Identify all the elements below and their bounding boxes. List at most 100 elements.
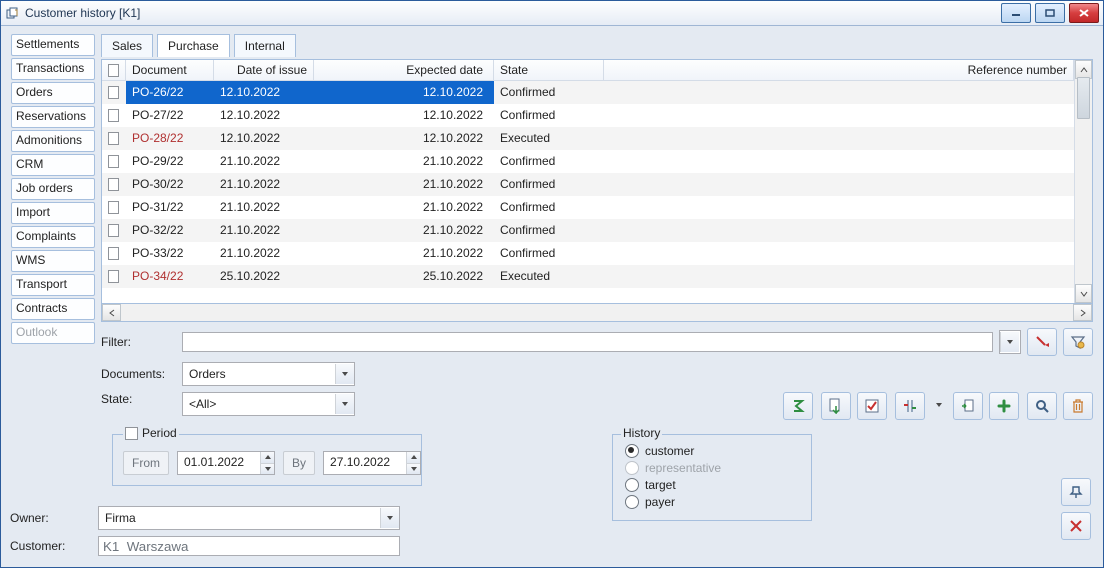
col-date-of-issue[interactable]: Date of issue [214,60,314,80]
history-option-customer[interactable]: customer [625,444,799,458]
cell-state: Executed [494,265,604,288]
sum-button[interactable] [783,392,813,420]
tab-purchase[interactable]: Purchase [157,34,230,57]
cell-reference [604,127,1074,150]
sidebar-item-contracts[interactable]: Contracts [11,298,95,320]
table-row[interactable]: PO-30/2221.10.202221.10.2022Confirmed [102,173,1074,196]
maximize-button[interactable] [1035,3,1065,23]
col-expected-date[interactable]: Expected date [314,60,494,80]
sidebar-item-crm[interactable]: CRM [11,154,95,176]
scroll-thumb[interactable] [1077,77,1090,119]
table-row[interactable]: PO-28/2212.10.202212.10.2022Executed [102,127,1074,150]
table-row[interactable]: PO-33/2221.10.202221.10.2022Confirmed [102,242,1074,265]
row-checkbox[interactable] [108,155,119,168]
radio-label: payer [645,495,675,509]
owner-select[interactable]: Firma [98,506,400,530]
scroll-down-icon[interactable] [1075,284,1092,303]
filter-config-button[interactable] [1063,328,1093,356]
cell-state: Confirmed [494,242,604,265]
sidebar-item-admonitions[interactable]: Admonitions [11,130,95,152]
table-row[interactable]: PO-27/2212.10.202212.10.2022Confirmed [102,104,1074,127]
row-checkbox[interactable] [108,270,119,283]
row-checkbox[interactable] [108,201,119,214]
filter-dropdown-button[interactable] [1000,332,1019,352]
history-option-payer[interactable]: payer [625,495,799,509]
history-option-representative: representative [625,461,799,475]
sidebar-item-reservations[interactable]: Reservations [11,106,95,128]
period-to-input[interactable]: 27.10.2022 [323,451,421,475]
row-checkbox[interactable] [108,224,119,237]
state-label: State: [101,392,176,406]
preview-button[interactable] [1027,392,1057,420]
scroll-left-icon[interactable] [102,304,121,321]
minimize-button[interactable] [1001,3,1031,23]
period-checkbox[interactable] [125,427,138,440]
cell-document: PO-32/22 [126,219,214,242]
row-checkbox[interactable] [108,86,119,99]
col-reference-number[interactable]: Reference number [604,60,1074,80]
cell-expected: 21.10.2022 [314,219,494,242]
pin-button[interactable] [1061,478,1091,506]
chevron-down-icon [335,394,354,414]
filter-label: Filter: [101,335,176,349]
export-button[interactable] [821,392,851,420]
cell-reference [604,150,1074,173]
documents-select[interactable]: Orders [182,362,355,386]
cell-state: Confirmed [494,196,604,219]
sidebar-item-import[interactable]: Import [11,202,95,224]
table-row[interactable]: PO-34/2225.10.202225.10.2022Executed [102,265,1074,288]
action-2-button[interactable] [953,392,983,420]
close-button[interactable] [1069,3,1099,23]
action-1-button[interactable] [895,392,925,420]
period-from-input[interactable]: 01.01.2022 [177,451,275,475]
col-state[interactable]: State [494,60,604,80]
radio-label: representative [645,461,721,475]
sidebar-item-wms[interactable]: WMS [11,250,95,272]
horizontal-scrollbar[interactable] [101,304,1093,322]
grid-rows: PO-26/2212.10.202212.10.2022ConfirmedPO-… [102,81,1074,303]
table-row[interactable]: PO-29/2221.10.202221.10.2022Confirmed [102,150,1074,173]
titlebar: Customer history [K1] [1,1,1103,26]
row-checkbox[interactable] [108,247,119,260]
scroll-right-icon[interactable] [1073,304,1092,321]
cell-document: PO-33/22 [126,242,214,265]
period-group: Period From 01.01.2022 By 27.10.2022 [112,434,422,486]
cell-expected: 12.10.2022 [314,104,494,127]
state-select[interactable]: <All> [182,392,355,416]
customer-display [98,536,400,556]
table-row[interactable]: PO-32/2221.10.202221.10.2022Confirmed [102,219,1074,242]
action-split-icon [931,392,947,418]
chevron-down-icon [335,364,354,384]
cell-reference [604,173,1074,196]
table-row[interactable]: PO-31/2221.10.202221.10.2022Confirmed [102,196,1074,219]
row-checkbox[interactable] [108,109,119,122]
sidebar-item-settlements[interactable]: Settlements [11,34,95,56]
select-all-checkbox[interactable] [108,64,119,77]
sidebar-item-orders[interactable]: Orders [11,82,95,104]
cell-state: Executed [494,127,604,150]
filter-apply-button[interactable] [1027,328,1057,356]
sidebar-item-transactions[interactable]: Transactions [11,58,95,80]
delete-button[interactable] [1063,392,1093,420]
cell-date-issue: 21.10.2022 [214,242,314,265]
sidebar-item-job-orders[interactable]: Job orders [11,178,95,200]
tab-sales[interactable]: Sales [101,34,153,57]
row-checkbox[interactable] [108,178,119,191]
cell-state: Confirmed [494,173,604,196]
sidebar-item-transport[interactable]: Transport [11,274,95,296]
cell-reference [604,196,1074,219]
row-checkbox[interactable] [108,132,119,145]
add-button[interactable] [989,392,1019,420]
tab-internal[interactable]: Internal [234,34,296,57]
close-panel-button[interactable] [1061,512,1091,540]
check-button[interactable] [857,392,887,420]
col-document[interactable]: Document [126,60,214,80]
sidebar-item-complaints[interactable]: Complaints [11,226,95,248]
filter-input[interactable] [182,332,993,352]
vertical-scrollbar[interactable] [1074,60,1092,303]
table-row[interactable]: PO-26/2212.10.202212.10.2022Confirmed [102,81,1074,104]
history-option-target[interactable]: target [625,478,799,492]
grid: Document Date of issue Expected date Sta… [101,59,1093,304]
cell-date-issue: 25.10.2022 [214,265,314,288]
cell-reference [604,104,1074,127]
